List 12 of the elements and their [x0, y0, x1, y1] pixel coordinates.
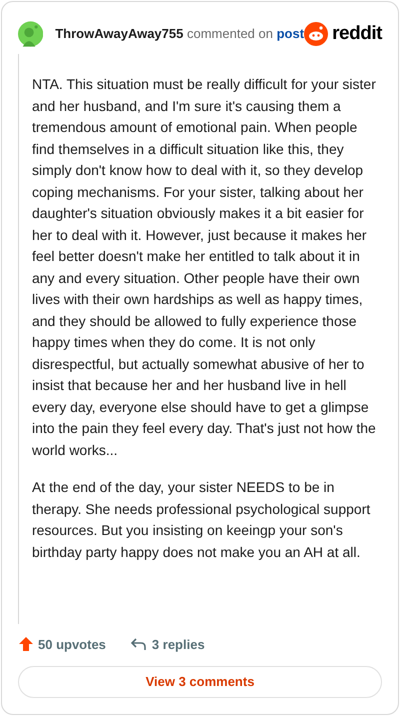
action-text: commented on — [186, 26, 273, 42]
reply-count: 3 replies — [152, 636, 205, 654]
brand-name: reddit — [332, 22, 382, 46]
reply-icon[interactable] — [130, 636, 148, 652]
post-link[interactable]: post — [276, 26, 304, 42]
username[interactable]: ThrowAwayAway755 — [55, 26, 184, 42]
upvote-count: 50 upvotes — [38, 636, 106, 654]
upvote-icon[interactable] — [18, 636, 34, 652]
view-comments-button[interactable]: View 3 comments — [18, 666, 382, 698]
comment-paragraph: NTA. This situation must be really difficult for your sister and her husband, and I'm sure it's causing them a tremendous amount of emotional pain. When people find themselves in a difficult situation like this, they simply don't know how to deal with it, so they develop coping mechanisms. For your sister, talking about her daughter's situation obviously makes it a bit easier for her to deal with it. However, just because it makes her feel better doesn't make her entitled to talk about it in any and every situation. Other people have their own lives with their own hardships as well as happy times, and they should be allowed to fully experience those happy times when they do come. It is not only disrespectful, but actually somewhat abusive of her to insist that because her and her husband live in hell every day, everyone else should have to get a glimpse into the pain they feel every day. That's just not how the world works... — [32, 75, 377, 460]
comment-paragraph: At the end of the day, your sister NEEDS to be in therapy. She needs professional psychological support resources. But you insisting on keeingp your son's birthday party happy does not make you an AH at all. — [32, 478, 372, 562]
reddit-logo-icon — [304, 22, 328, 46]
